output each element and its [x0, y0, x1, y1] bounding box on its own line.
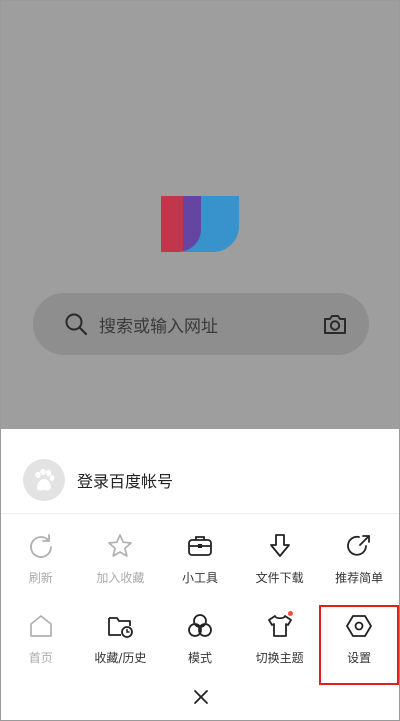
menu-item-label: 小工具	[181, 571, 218, 585]
new-badge	[287, 611, 293, 616]
menu-item-settings[interactable]: 设置	[319, 605, 399, 685]
close-icon	[194, 690, 208, 704]
menu-sheet: 登录百度帐号 刷新 加入收藏 小工具 文件下载 推荐简单 首页 收藏/历史 模式…	[1, 429, 399, 720]
menu-item-theme[interactable]: 切换主题	[240, 605, 320, 685]
menu-item-tools[interactable]: 小工具	[160, 525, 240, 605]
baidu-paw-icon	[35, 468, 55, 491]
account-login-row[interactable]: 登录百度帐号	[23, 459, 173, 501]
menu-grid: 刷新 加入收藏 小工具 文件下载 推荐简单 首页 收藏/历史 模式 切换主题 设…	[1, 525, 399, 685]
search-bar[interactable]: 搜索或输入网址	[33, 293, 369, 355]
folder-history-icon	[105, 611, 135, 641]
menu-item-refresh[interactable]: 刷新	[1, 525, 81, 605]
menu-item-bookmarks-history[interactable]: 收藏/历史	[81, 605, 161, 685]
home-icon	[26, 611, 56, 641]
download-icon	[265, 531, 295, 561]
dimmed-home-page[interactable]: 搜索或输入网址	[1, 1, 399, 429]
browser-logo	[161, 196, 239, 252]
menu-item-label: 文件下载	[255, 571, 304, 585]
menu-item-downloads[interactable]: 文件下载	[240, 525, 320, 605]
camera-icon[interactable]	[321, 310, 349, 338]
menu-item-recommend[interactable]: 推荐简单	[319, 525, 399, 605]
menu-item-label: 模式	[187, 651, 212, 665]
tshirt-icon	[265, 611, 295, 641]
avatar[interactable]	[23, 459, 65, 501]
share-icon	[344, 531, 374, 561]
mode-circles-icon	[185, 611, 215, 641]
settings-hexagon-icon	[344, 611, 374, 641]
app-window: 搜索或输入网址 登录百度帐号 刷新 加入收藏 小工具 文件下载 推荐简单 首页 …	[0, 0, 400, 721]
menu-item-add-bookmark[interactable]: 加入收藏	[81, 525, 161, 605]
menu-item-label: 刷新	[28, 571, 53, 585]
star-icon	[105, 531, 135, 561]
menu-item-label: 切换主题	[255, 651, 304, 665]
toolbox-icon	[185, 531, 215, 561]
menu-item-home[interactable]: 首页	[1, 605, 81, 685]
search-placeholder[interactable]: 搜索或输入网址	[99, 312, 321, 337]
account-login-label[interactable]: 登录百度帐号	[77, 468, 173, 492]
close-menu-button[interactable]	[187, 683, 215, 711]
refresh-icon	[26, 531, 56, 561]
search-icon	[63, 311, 89, 337]
menu-row-1: 刷新 加入收藏 小工具 文件下载 推荐简单	[1, 525, 399, 605]
menu-item-label: 加入收藏	[96, 571, 145, 585]
menu-item-mode[interactable]: 模式	[160, 605, 240, 685]
divider	[1, 513, 399, 514]
menu-item-label: 收藏/历史	[94, 651, 147, 665]
menu-row-2: 首页 收藏/历史 模式 切换主题 设置	[1, 605, 399, 685]
menu-item-label: 推荐简单	[335, 571, 384, 585]
menu-item-label: 设置	[347, 651, 372, 665]
menu-item-label: 首页	[28, 651, 53, 665]
